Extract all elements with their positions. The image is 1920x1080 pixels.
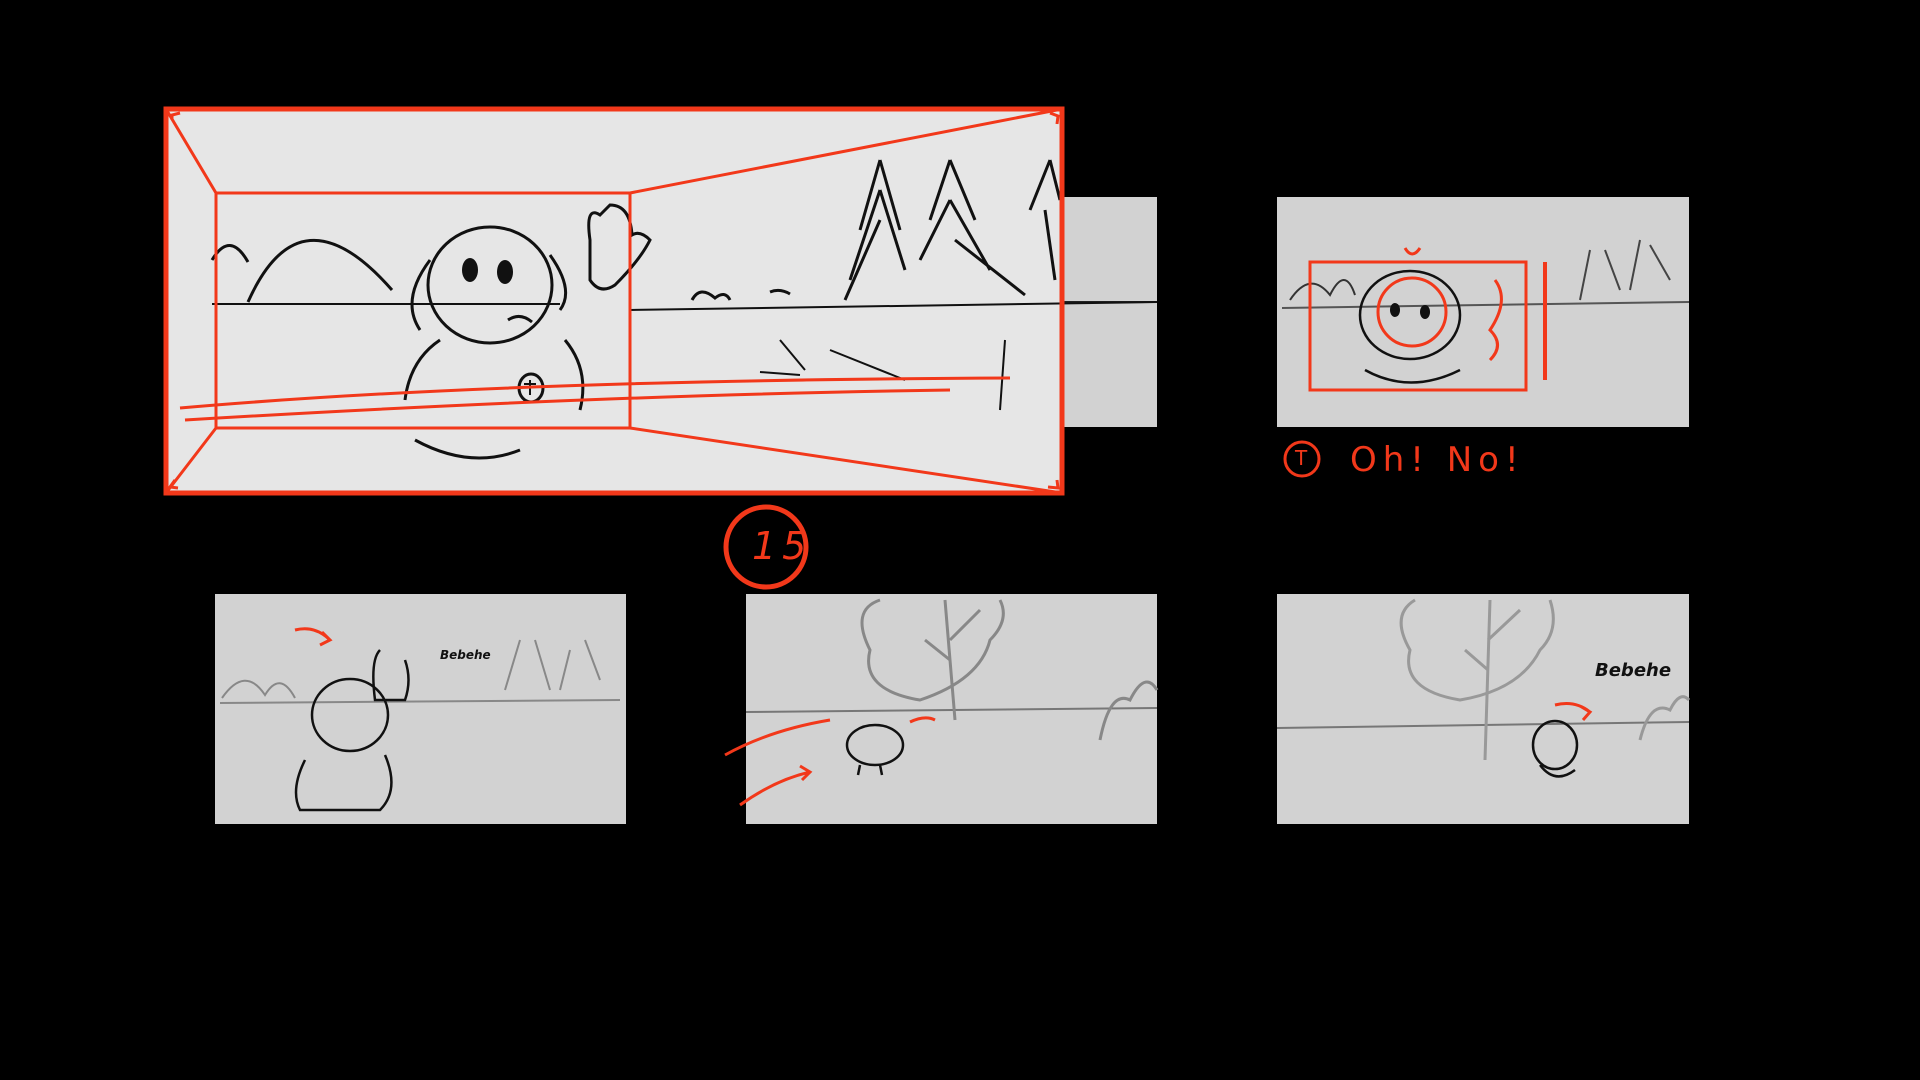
panel-5-sfx-label: Bebehe — [1595, 660, 1672, 681]
panel-4-puppy-runs — [724, 594, 1159, 824]
panel-3-sfx-label: Bebehe — [440, 648, 491, 662]
panel-3-hero-looks-back — [215, 594, 626, 824]
character-mark: T — [1295, 446, 1308, 470]
camera-move-frame — [163, 106, 1158, 496]
panel-5-puppy-laughs — [1276, 594, 1691, 824]
dialogue-note: Oh! No! — [1350, 440, 1525, 480]
shot-number: 15 — [752, 524, 813, 568]
panel-2-closeup — [1277, 197, 1690, 427]
storyboard-canvas — [163, 106, 1691, 824]
